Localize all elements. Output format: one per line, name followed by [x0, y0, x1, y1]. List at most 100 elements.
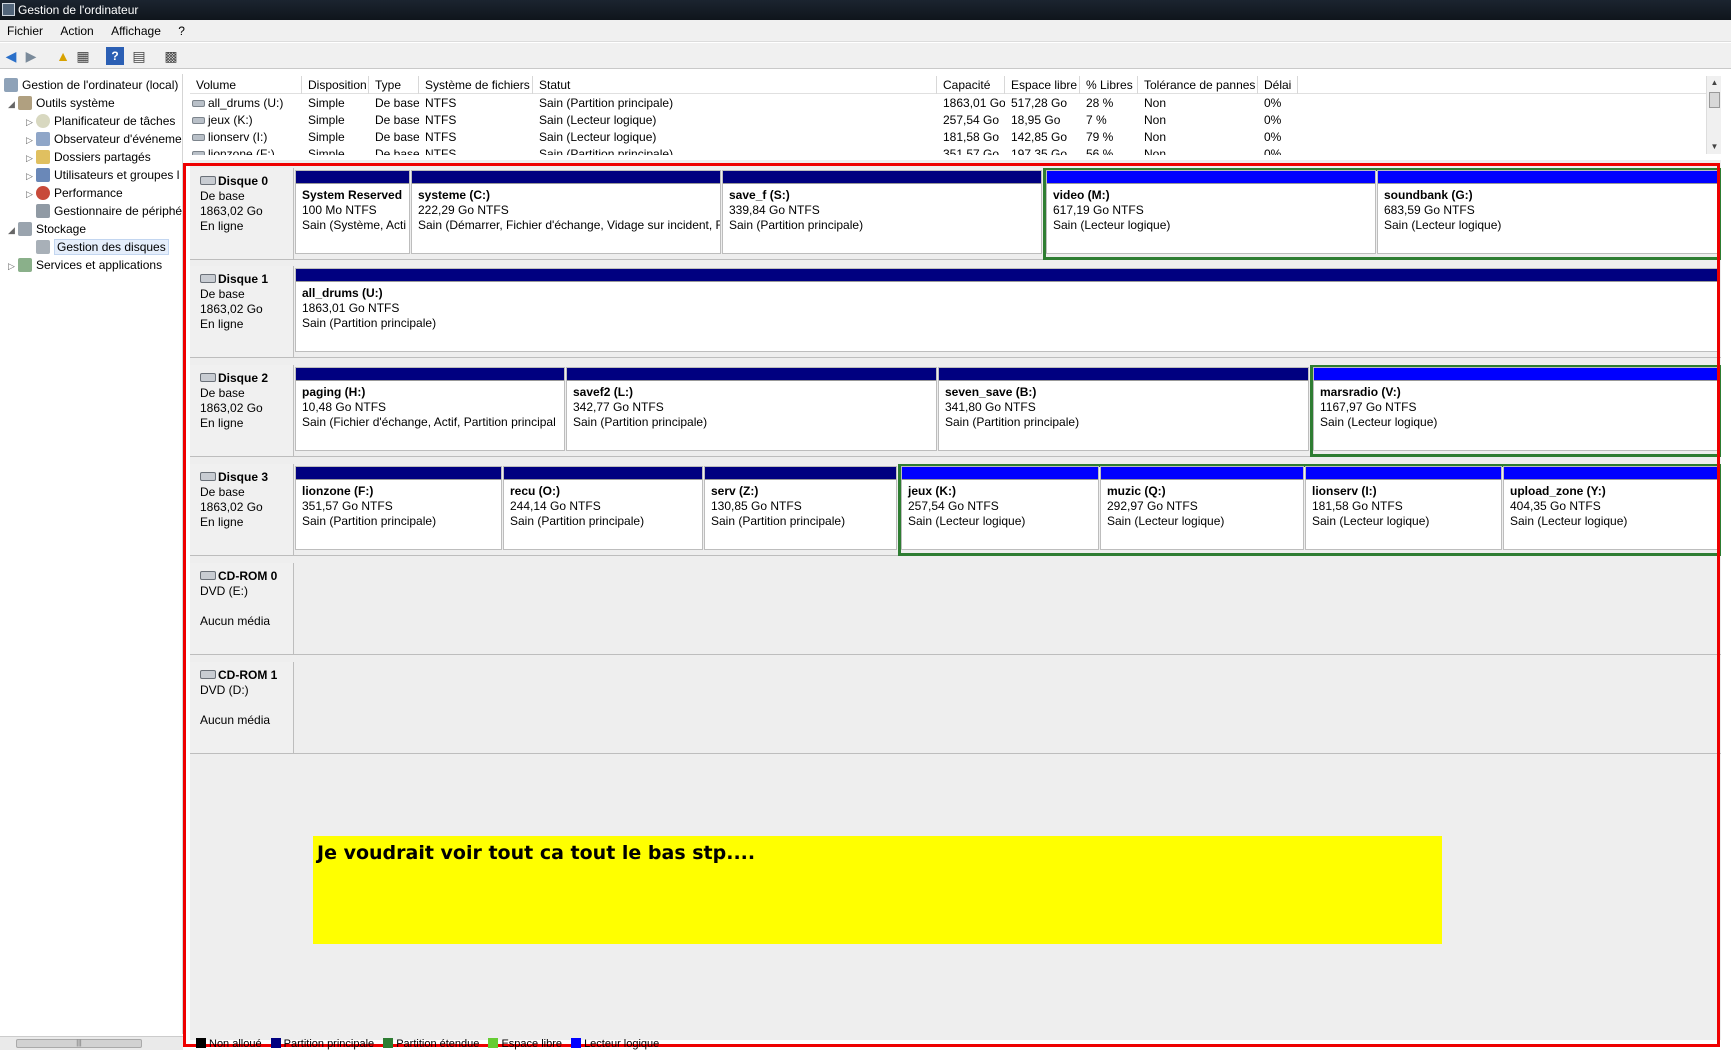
back-arrow-icon[interactable]: ◀ [2, 47, 20, 65]
volume-list-header: Volume Disposition Type Système de fichi… [190, 76, 1706, 94]
partition-block[interactable]: soundbank (G:) 683,59 Go NTFS Sain (Lecteu… [1377, 170, 1718, 254]
disk-type: De base [200, 485, 245, 499]
partition-block[interactable]: seven_save (B:) 341,80 Go NTFS Sain (Parti… [938, 367, 1309, 451]
collapse-arrow-icon[interactable]: ◢ [8, 221, 18, 239]
tree-item-device-manager[interactable]: Gestionnaire de périphé [36, 202, 182, 220]
partition-block[interactable]: lionzone (F:) 351,57 Go NTFS Sain (Partiti… [295, 466, 502, 550]
volume-icon [192, 117, 205, 124]
partition-area: all_drums (U:) 1863,01 Go NTFS Sain (Parti… [294, 266, 1721, 358]
disk-label[interactable]: Disque 0 De base 1863,02 Go En ligne [190, 168, 294, 260]
tree-item-users-groups[interactable]: ▷ Utilisateurs et groupes l [26, 166, 179, 184]
scroll-up-icon[interactable]: ▲ [1707, 76, 1722, 90]
tree-horizontal-scrollbar[interactable]: ||| [0, 1036, 183, 1050]
expand-arrow-icon[interactable]: ▷ [26, 113, 36, 131]
tree-item-task-scheduler[interactable]: ▷ Planificateur de tâches [26, 112, 175, 130]
cdrom-icon [200, 670, 216, 679]
table-row[interactable]: jeux (K:) Simple De base NTFS Sain (Lect… [190, 112, 1706, 129]
properties-icon[interactable]: ▤ [130, 47, 148, 65]
collapse-arrow-icon[interactable]: ◢ [8, 95, 18, 113]
cdrom-media: Aucun média [200, 713, 271, 727]
menu-affichage[interactable]: Affichage [104, 20, 168, 42]
disk-label[interactable]: Disque 3 De base 1863,02 Go En ligne [190, 464, 294, 556]
partition-block[interactable]: lionserv (I:) 181,58 Go NTFS Sain (Lecteur… [1305, 466, 1502, 550]
partition-block[interactable]: systeme (C:) 222,29 Go NTFS Sain (Démarrer… [411, 170, 721, 254]
up-folder-icon[interactable]: ▲ [54, 47, 72, 65]
partition-block[interactable]: System Reserved 100 Mo NTFS Sain (Système,… [295, 170, 410, 254]
tree-item-storage[interactable]: ◢ Stockage [8, 220, 86, 238]
column-header-filesystem[interactable]: Système de fichiers [419, 76, 533, 94]
tree-item-root[interactable]: Gestion de l'ordinateur (local) [4, 76, 178, 94]
tree-item-system-tools[interactable]: ◢ Outils système [8, 94, 115, 112]
column-header-volume[interactable]: Volume [190, 76, 302, 94]
navigation-tree: Gestion de l'ordinateur (local) ◢ Outils … [0, 74, 183, 1034]
show-hide-tree-icon[interactable]: ▦ [74, 47, 92, 65]
menu-fichier[interactable]: Fichier [0, 20, 50, 42]
help-icon[interactable]: ? [106, 47, 124, 65]
clock-icon [36, 114, 50, 128]
tree-item-disk-management[interactable]: Gestion des disques [36, 238, 169, 256]
type-cell: De base [375, 147, 419, 155]
legend-swatch [270, 1038, 281, 1048]
cdrom-label[interactable]: CD-ROM 1 DVD (D:) Aucun média [190, 662, 294, 754]
partition-area: paging (H:) 10,48 Go NTFS Sain (Fichier d'… [294, 365, 1721, 457]
table-row[interactable]: all_drums (U:) Simple De base NTFS Sain … [190, 95, 1706, 112]
cdrom-label[interactable]: CD-ROM 0 DVD (E:) Aucun média [190, 563, 294, 655]
partition-block[interactable]: marsradio (V:) 1167,97 Go NTFS Sain (Lecte… [1313, 367, 1718, 451]
scroll-down-icon[interactable]: ▼ [1707, 140, 1722, 154]
fault-tolerance-cell: Non [1144, 130, 1167, 144]
tree-item-event-viewer[interactable]: ▷ Observateur d'événeme [26, 130, 182, 148]
expand-arrow-icon[interactable]: ▷ [26, 131, 36, 149]
partition-block[interactable]: muzic (Q:) 292,97 Go NTFS Sain (Lecteur lo… [1100, 466, 1304, 550]
partition-block[interactable]: savef2 (L:) 342,77 Go NTFS Sain (Partition… [566, 367, 937, 451]
column-header-disposition[interactable]: Disposition [302, 76, 369, 94]
disk-name: Disque 1 [218, 272, 269, 286]
disk-row: Disque 1 De base 1863,02 Go En ligne all… [190, 266, 1721, 358]
scrollbar-thumb[interactable]: ||| [16, 1039, 142, 1048]
scrollbar-thumb[interactable] [1709, 92, 1720, 108]
partition-block[interactable]: video (M:) 617,19 Go NTFS Sain (Lecteur lo… [1046, 170, 1376, 254]
partition-block[interactable]: upload_zone (Y:) 404,35 Go NTFS Sain (Lect… [1503, 466, 1718, 550]
export-icon[interactable]: ▩ [162, 47, 180, 65]
tools-icon [18, 96, 32, 110]
shared-folder-icon [36, 150, 50, 164]
column-header-type[interactable]: Type [369, 76, 419, 94]
partition-type-bar [296, 368, 564, 381]
tree-item-performance[interactable]: ▷ Performance [26, 184, 123, 202]
expand-arrow-icon[interactable]: ▷ [8, 257, 18, 275]
tree-item-shared-folders[interactable]: ▷ Dossiers partagés [26, 148, 151, 166]
disk-label[interactable]: Disque 1 De base 1863,02 Go En ligne [190, 266, 294, 358]
table-row[interactable]: lionzone (F:) Simple De base NTFS Sain (… [190, 146, 1706, 155]
column-header-percent-free[interactable]: % Libres [1080, 76, 1138, 94]
partition-block[interactable]: jeux (K:) 257,54 Go NTFS Sain (Lecteur log… [901, 466, 1099, 550]
menu-action[interactable]: Action [53, 20, 100, 42]
column-header-capacity[interactable]: Capacité [937, 76, 1005, 94]
disk-name: Disque 3 [218, 470, 269, 484]
partition-block[interactable]: serv (Z:) 130,85 Go NTFS Sain (Partition p… [704, 466, 897, 550]
filesystem-cell: NTFS [425, 130, 457, 144]
forward-arrow-icon[interactable]: ▶ [22, 47, 40, 65]
partition-block[interactable]: paging (H:) 10,48 Go NTFS Sain (Fichier d'… [295, 367, 565, 451]
column-header-fault-tolerance[interactable]: Tolérance de pannes [1138, 76, 1258, 94]
volume-list-scrollbar[interactable]: ▲ ▼ [1706, 76, 1721, 154]
expand-arrow-icon[interactable]: ▷ [26, 185, 36, 203]
partition-block[interactable]: save_f (S:) 339,84 Go NTFS Sain (Partition… [722, 170, 1042, 254]
filesystem-cell: NTFS [425, 113, 457, 127]
column-header-free-space[interactable]: Espace libre [1005, 76, 1080, 94]
disk-type: De base [200, 386, 245, 400]
tree-item-services[interactable]: ▷ Services et applications [8, 256, 162, 274]
expand-arrow-icon[interactable]: ▷ [26, 149, 36, 167]
cdrom-area[interactable] [294, 563, 1721, 655]
expand-arrow-icon[interactable]: ▷ [26, 167, 36, 185]
partition-block[interactable]: all_drums (U:) 1863,01 Go NTFS Sain (Parti… [295, 268, 1718, 352]
cdrom-area[interactable] [294, 662, 1721, 754]
column-header-delay[interactable]: Délai [1258, 76, 1298, 94]
partition-block[interactable]: recu (O:) 244,14 Go NTFS Sain (Partition p… [503, 466, 703, 550]
column-header-status[interactable]: Statut [533, 76, 937, 94]
menu-help[interactable]: ? [171, 20, 192, 42]
annotation-note: Je voudrait voir tout ca tout le bas stp… [313, 836, 1442, 944]
partition-type-bar [296, 467, 501, 480]
cdrom-row: CD-ROM 1 DVD (D:) Aucun média [190, 662, 1721, 754]
disk-label[interactable]: Disque 2 De base 1863,02 Go En ligne [190, 365, 294, 457]
table-row[interactable]: lionserv (I:) Simple De base NTFS Sain (… [190, 129, 1706, 146]
toolbar: ◀ ▶ ▲ ▦ ? ▤ ▩ [0, 43, 1731, 69]
